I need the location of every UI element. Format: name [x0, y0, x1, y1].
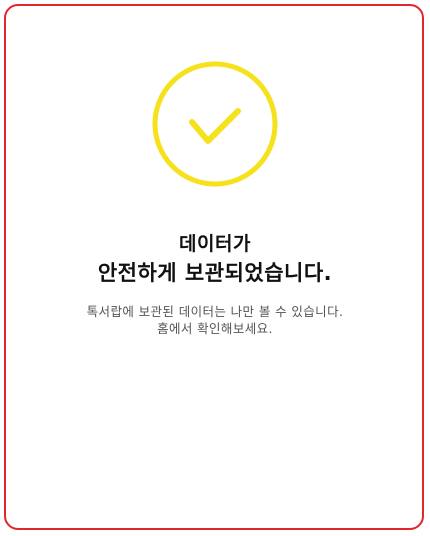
success-description-line1: 톡서랍에 보관된 데이터는 나만 볼 수 있습니다.: [86, 304, 344, 319]
check-circle-icon: [152, 61, 278, 187]
success-title-line2: 안전하게 보관되었습니다.: [97, 261, 333, 285]
check-circle-ring: [152, 61, 278, 187]
success-description-line2: 홈에서 확인해보세요.: [157, 321, 273, 336]
success-title-line1: 데이터가: [179, 233, 251, 255]
check-mark: [189, 108, 241, 144]
